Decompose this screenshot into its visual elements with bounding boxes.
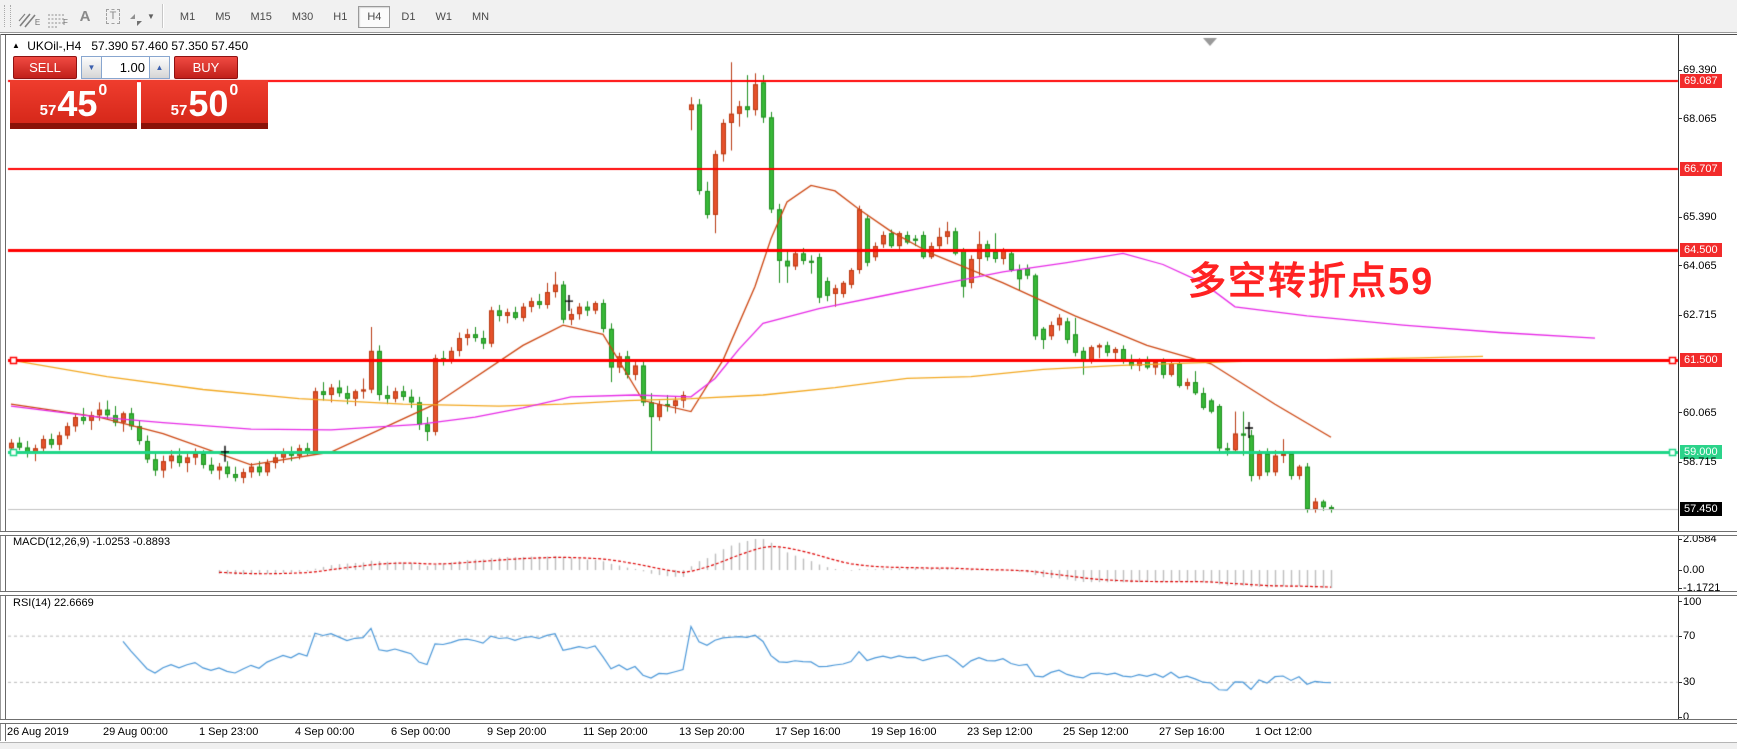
- date-label: 11 Sep 20:00: [583, 726, 648, 738]
- axis-tick-mark: [1678, 69, 1682, 71]
- rsi-axis-label: 100: [1683, 595, 1702, 608]
- rsi-dates-separator: [0, 719, 1737, 724]
- axis-price-label: 64.065: [1683, 259, 1717, 272]
- macd-indicator-label: MACD(12,26,9) -1.0253 -0.8893: [13, 536, 171, 548]
- date-label: 9 Sep 20:00: [487, 726, 547, 738]
- axis-tick-mark: [1678, 265, 1682, 267]
- one-click-trading-panel: SELL ▼ ▲ BUY 57 45 0 57 50 0: [10, 56, 268, 129]
- axis-price-label: 60.065: [1683, 406, 1717, 419]
- chart-title: ▲ UKOil-,H4 57.390 57.460 57.350 57.450: [12, 39, 248, 53]
- axis-price-label: 68.065: [1683, 112, 1717, 125]
- rsi-axis-label: 70: [1683, 630, 1696, 643]
- date-label: 26 Aug 2019: [7, 726, 69, 738]
- date-label: 25 Sep 12:00: [1063, 726, 1129, 738]
- date-label: 6 Sep 00:00: [391, 726, 451, 738]
- bid-price-main: 45: [57, 83, 98, 124]
- date-label: 29 Aug 00:00: [103, 726, 168, 738]
- buy-button[interactable]: BUY: [174, 56, 238, 79]
- price-axis-line: [1678, 35, 1679, 721]
- date-label: 19 Sep 16:00: [871, 726, 937, 738]
- axis-tick-mark: [1678, 118, 1682, 120]
- sell-button[interactable]: SELL: [13, 56, 77, 79]
- macd-axis-tick: [1678, 569, 1682, 571]
- chinese-annotation-text: 多空转折点59: [1188, 261, 1435, 303]
- bid-price-panel[interactable]: 57 45 0: [10, 80, 137, 129]
- axis-price-badge-64.500: 64.500: [1680, 242, 1722, 257]
- main-macd-separator[interactable]: [0, 531, 1737, 536]
- volume-input[interactable]: [102, 56, 149, 79]
- chart-symbol-timeframe: UKOil-,H4: [27, 39, 82, 53]
- date-label: 23 Sep 12:00: [967, 726, 1033, 738]
- axis-price-label: 58.715: [1683, 456, 1717, 469]
- rsi-indicator-label: RSI(14) 22.6669: [13, 597, 94, 609]
- rsi-axis-tick: [1678, 716, 1682, 718]
- ask-price-panel[interactable]: 57 50 0: [141, 80, 268, 129]
- collapse-panel-arrow-icon[interactable]: ▲: [12, 41, 20, 50]
- axis-price-badge-66.707: 66.707: [1680, 161, 1722, 176]
- axis-price-label: 65.390: [1683, 211, 1717, 224]
- date-label: 17 Sep 16:00: [775, 726, 841, 738]
- axis-price-badge-69.087: 69.087: [1680, 74, 1722, 89]
- rsi-axis-tick: [1678, 635, 1682, 637]
- macd-axis-label: 0.00: [1683, 564, 1705, 577]
- axis-tick-mark: [1678, 461, 1682, 463]
- rsi-axis-tick: [1678, 601, 1682, 602]
- axis-price-badge-61.500: 61.500: [1680, 353, 1722, 368]
- date-label: 1 Sep 23:00: [199, 726, 259, 738]
- axis-tick-mark: [1678, 314, 1682, 316]
- date-label: 27 Sep 16:00: [1159, 726, 1225, 738]
- rsi-axis-label: 30: [1683, 676, 1696, 689]
- ask-price-prefix: 57: [170, 102, 188, 119]
- ask-price-pip: 0: [229, 82, 239, 99]
- date-label: 1 Oct 12:00: [1255, 726, 1312, 738]
- macd-axis-tick: [1678, 538, 1682, 540]
- axis-tick-mark: [1678, 216, 1682, 218]
- rsi-axis-tick: [1678, 681, 1682, 683]
- axis-price-badge-57.450: 57.450: [1680, 501, 1722, 516]
- axis-tick-mark: [1678, 412, 1682, 414]
- ask-price-main: 50: [188, 83, 229, 124]
- macd-axis-tick: [1678, 587, 1682, 589]
- axis-price-label: 62.715: [1683, 309, 1717, 322]
- chart-ohlc-values: 57.390 57.460 57.350 57.450: [91, 39, 249, 53]
- volume-decrease-button[interactable]: ▼: [81, 56, 102, 79]
- volume-increase-button[interactable]: ▲: [149, 56, 170, 79]
- date-label: 4 Sep 00:00: [295, 726, 355, 738]
- macd-rsi-separator[interactable]: [0, 591, 1737, 596]
- bid-price-pip: 0: [98, 82, 108, 99]
- date-label: 13 Sep 20:00: [679, 726, 745, 738]
- bid-price-prefix: 57: [39, 102, 57, 119]
